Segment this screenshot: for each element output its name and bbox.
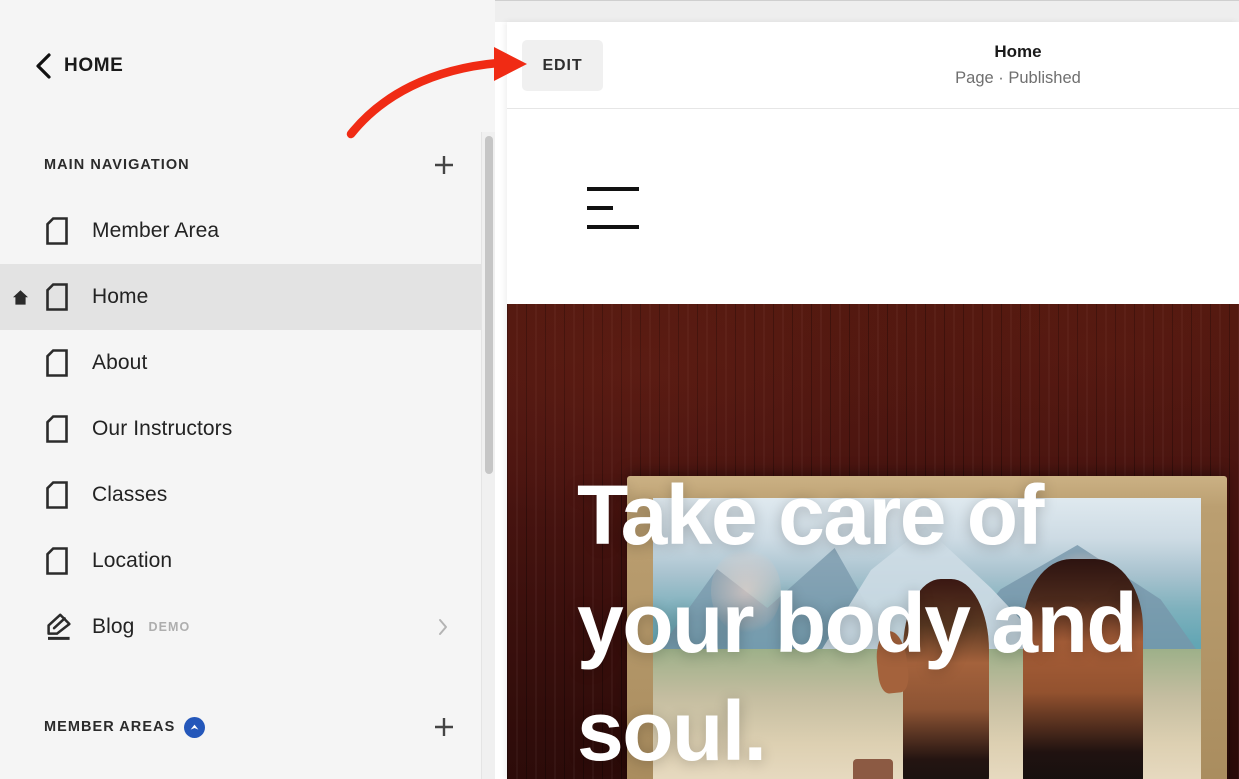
- sidebar-item-about[interactable]: About: [0, 330, 495, 396]
- app-root: HOME MAIN NAVIGATION Member Area Home Ab…: [0, 0, 1239, 779]
- chevron-right-icon[interactable]: [435, 617, 451, 637]
- sidebar-scrollbar[interactable]: [481, 132, 495, 779]
- upgrade-chevron-icon: [184, 716, 206, 738]
- page-title: HOME: [64, 55, 124, 76]
- site-preview[interactable]: Take care of your body and soul.: [507, 109, 1239, 779]
- pages-sidebar: HOME MAIN NAVIGATION Member Area Home Ab…: [0, 0, 495, 779]
- preview-panel-header: EDIT Home Page · Published: [507, 22, 1239, 109]
- chevron-left-icon[interactable]: [32, 52, 54, 80]
- sidebar-item-label: Home: [92, 285, 149, 308]
- page-icon: [46, 480, 72, 510]
- site-header: [507, 109, 1239, 304]
- demo-badge: DEMO: [148, 620, 191, 634]
- sidebar-item-label: Member Area: [92, 219, 220, 242]
- page-meta: Home Page · Published: [507, 40, 1239, 90]
- sidebar-item-label: Location: [92, 549, 173, 572]
- section-label: MEMBER AREAS: [44, 719, 176, 735]
- sidebar-scroll-content: MAIN NAVIGATION Member Area Home About O…: [0, 132, 495, 779]
- sidebar-item-location[interactable]: Location: [0, 528, 495, 594]
- hero-heading: Take care of your body and soul.: [577, 468, 1138, 778]
- plus-icon[interactable]: [431, 714, 457, 740]
- sidebar-item-classes[interactable]: Classes: [0, 462, 495, 528]
- status-badge: Page · Published: [955, 69, 1081, 87]
- blog-pen-icon: [46, 612, 72, 642]
- section-header-member-areas: MEMBER AREAS: [0, 694, 495, 760]
- sidebar-item-member-area[interactable]: Member Area: [0, 198, 495, 264]
- page-icon: [46, 282, 72, 312]
- section-header-main-navigation: MAIN NAVIGATION: [0, 132, 495, 198]
- section-label: MAIN NAVIGATION: [44, 157, 190, 173]
- home-icon: [11, 288, 29, 306]
- hamburger-menu-icon[interactable]: [587, 187, 639, 229]
- page-icon: [46, 414, 72, 444]
- sidebar-item-blog[interactable]: Blog DEMO: [0, 594, 495, 660]
- sidebar-header: HOME: [0, 0, 495, 132]
- page-icon: [46, 216, 72, 246]
- sidebar-item-label: About: [92, 351, 148, 374]
- page-preview-panel: EDIT Home Page · Published Take care of …: [507, 22, 1239, 779]
- sidebar-scrollbar-thumb[interactable]: [485, 136, 493, 474]
- sidebar-item-label: Blog: [92, 615, 135, 638]
- page-icon: [46, 348, 72, 378]
- sidebar-item-our-instructors[interactable]: Our Instructors: [0, 396, 495, 462]
- plus-icon[interactable]: [431, 152, 457, 178]
- sidebar-item-label: Our Instructors: [92, 417, 233, 440]
- page-meta-title: Home: [994, 42, 1042, 61]
- page-icon: [46, 546, 72, 576]
- hero-section: Take care of your body and soul.: [507, 304, 1239, 779]
- sidebar-item-label: Classes: [92, 483, 168, 506]
- sidebar-item-home[interactable]: Home: [0, 264, 495, 330]
